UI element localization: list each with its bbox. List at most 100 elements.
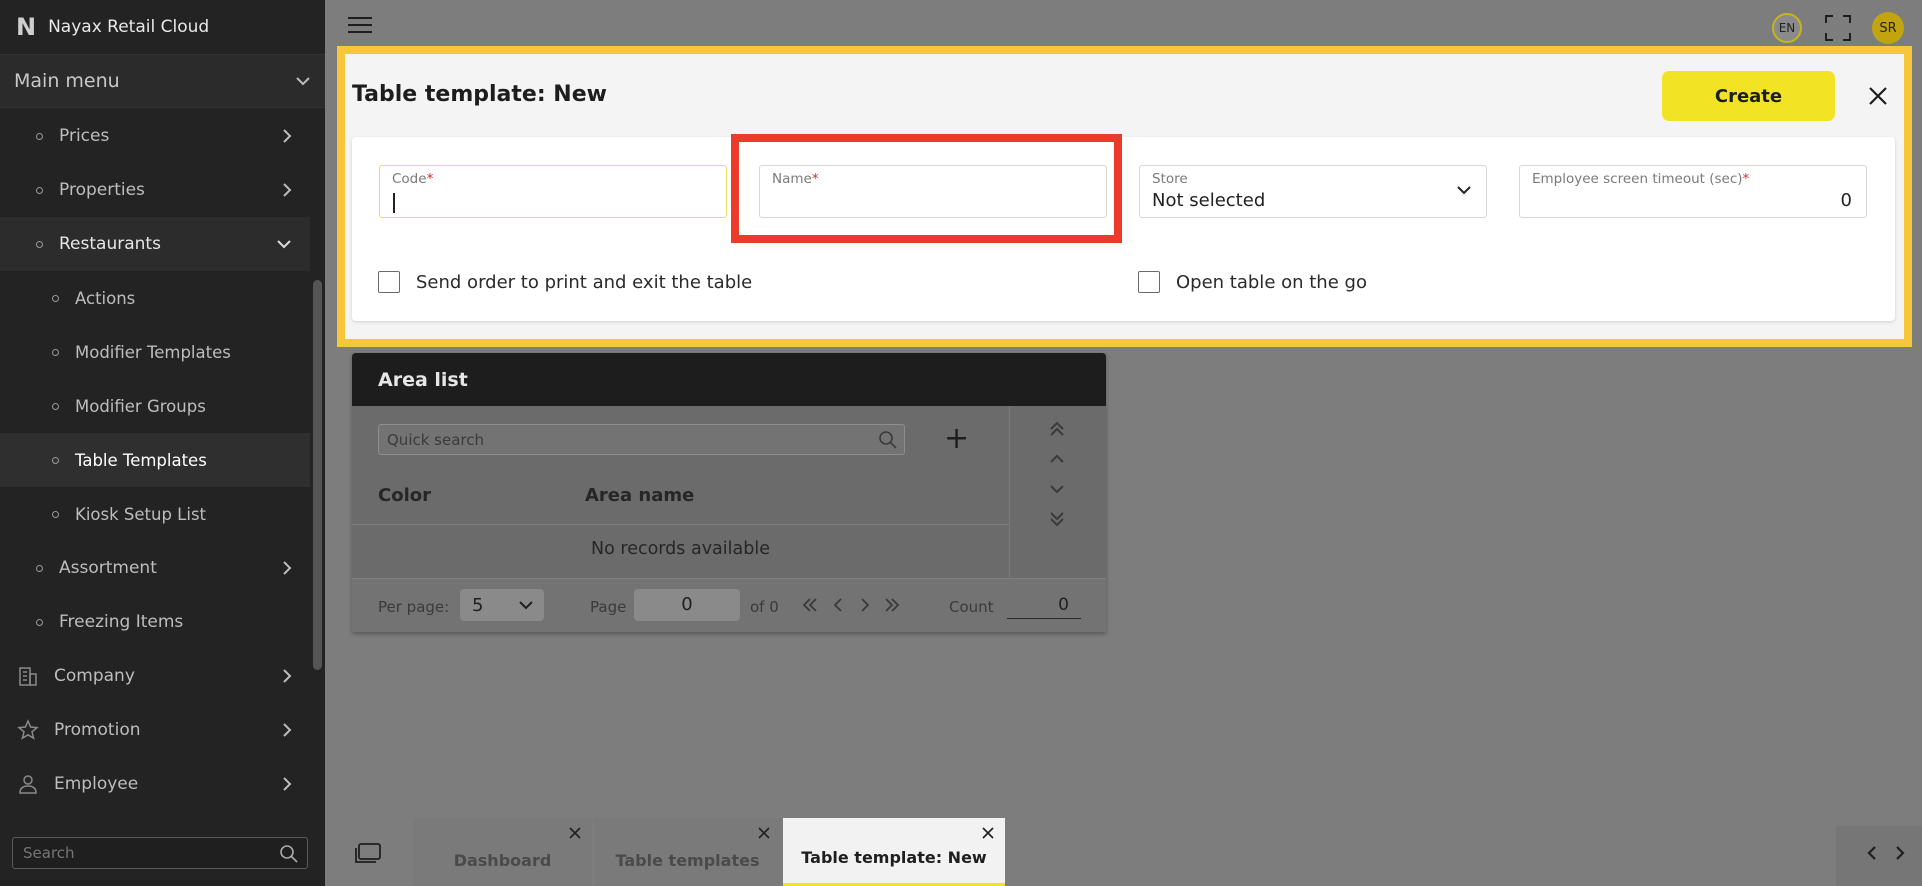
sidebar-scrollbar[interactable] — [313, 280, 322, 670]
sidebar-item-label: Actions — [75, 288, 136, 308]
fullscreen-icon[interactable] — [1824, 14, 1852, 42]
row-move-controls — [1009, 406, 1106, 578]
sidebar-item-label: Restaurants — [59, 234, 161, 254]
dialog-title: Table template: New — [352, 82, 607, 107]
column-header-area-name[interactable]: Area name — [585, 485, 694, 506]
bullet-icon — [52, 294, 59, 302]
chevron-down-icon — [277, 240, 291, 249]
last-page-icon[interactable] — [882, 595, 902, 615]
sidebar-item-prices[interactable]: Prices — [0, 109, 310, 163]
sidebar-item-employee[interactable]: Employee — [0, 757, 310, 811]
text-cursor — [393, 193, 395, 213]
sidebar-item-label: Freezing Items — [59, 612, 184, 632]
sidebar-item-promotion[interactable]: Promotion — [0, 703, 310, 757]
move-top-icon[interactable] — [1046, 418, 1068, 440]
timeout-value: 0 — [1840, 190, 1852, 211]
timeout-label: Employee screen timeout (sec)* — [1532, 171, 1750, 187]
add-area-button[interactable]: + — [944, 424, 969, 454]
sidebar-item-actions[interactable]: Actions — [0, 271, 310, 325]
chevron-right-icon — [283, 723, 292, 737]
create-button[interactable]: Create — [1662, 71, 1835, 121]
sidebar-item-modifier-groups[interactable]: Modifier Groups — [0, 379, 310, 433]
page-label: Page — [590, 598, 627, 616]
close-tab-icon[interactable] — [568, 826, 582, 840]
count-label: Count — [949, 598, 994, 616]
per-page-select[interactable]: 5 — [460, 589, 544, 621]
name-field-highlight — [731, 134, 1122, 243]
sidebar-menu: Prices Properties Restaurants Actions Mo… — [0, 109, 310, 811]
close-tab-icon[interactable] — [981, 826, 995, 840]
chevron-left-icon[interactable] — [1862, 843, 1882, 863]
chevron-right-icon[interactable] — [1890, 843, 1910, 863]
sidebar-item-label: Promotion — [54, 720, 141, 740]
search-icon[interactable] — [279, 844, 299, 864]
tab-label: Dashboard — [453, 851, 552, 870]
sidebar-item-modifier-templates[interactable]: Modifier Templates — [0, 325, 310, 379]
sidebar-item-company[interactable]: Company — [0, 649, 310, 703]
main-menu-toggle[interactable]: Main menu — [0, 54, 325, 108]
open-on-go-checkbox[interactable]: Open table on the go — [1138, 271, 1367, 293]
column-header-color[interactable]: Color — [378, 485, 431, 506]
empty-state: No records available — [591, 539, 770, 559]
chevron-down-icon — [1457, 186, 1471, 195]
sidebar-item-assortment[interactable]: Assortment — [0, 541, 310, 595]
bullet-icon — [52, 348, 59, 356]
search-icon[interactable] — [878, 430, 898, 450]
send-order-label: Send order to print and exit the table — [416, 271, 753, 293]
employee-timeout-field[interactable]: Employee screen timeout (sec)* 0 — [1519, 165, 1867, 218]
language-switch[interactable]: EN — [1772, 13, 1802, 43]
chevron-right-icon — [283, 183, 292, 197]
sidebar-item-label: Kiosk Setup List — [75, 504, 207, 524]
star-icon — [16, 718, 40, 742]
chevron-down-icon — [296, 77, 310, 86]
sidebar-item-label: Modifier Templates — [75, 342, 231, 362]
tab-table-templates[interactable]: Table templates — [594, 818, 781, 886]
quick-search-input[interactable] — [379, 425, 849, 455]
divider — [352, 524, 1009, 525]
sidebar-item-label: Employee — [54, 774, 139, 794]
per-page-label: Per page: — [378, 598, 450, 616]
page-of-label: of 0 — [750, 598, 779, 616]
move-down-icon[interactable] — [1046, 478, 1068, 500]
chevron-right-icon — [283, 561, 292, 575]
sidebar-item-label: Properties — [59, 180, 145, 200]
avatar[interactable]: SR — [1872, 12, 1904, 44]
hamburger-menu-icon[interactable] — [348, 17, 372, 37]
checkbox-box[interactable] — [1138, 271, 1160, 293]
bullet-icon — [36, 240, 43, 248]
count-value: 0 — [1007, 591, 1081, 619]
person-icon — [16, 772, 40, 796]
tab-dashboard[interactable]: Dashboard — [413, 818, 592, 886]
open-on-go-label: Open table on the go — [1176, 271, 1367, 293]
close-icon[interactable] — [1866, 84, 1890, 108]
sidebar-item-properties[interactable]: Properties — [0, 163, 310, 217]
sidebar-item-restaurants[interactable]: Restaurants — [0, 217, 310, 271]
chevron-down-icon — [519, 601, 533, 610]
move-up-icon[interactable] — [1046, 448, 1068, 470]
bullet-icon — [36, 186, 43, 194]
checkbox-box[interactable] — [378, 271, 400, 293]
chevron-right-icon — [283, 669, 292, 683]
sidebar-item-label: Modifier Groups — [75, 396, 206, 416]
store-value: Not selected — [1152, 190, 1266, 211]
code-field[interactable]: Code* — [379, 165, 727, 218]
tab-table-template-new[interactable]: Table template: New — [783, 818, 1005, 886]
send-order-checkbox[interactable]: Send order to print and exit the table — [378, 271, 752, 293]
next-page-icon[interactable] — [855, 595, 875, 615]
store-select[interactable]: Store Not selected — [1139, 165, 1487, 218]
brand[interactable]: N Nayax Retail Cloud — [0, 0, 325, 54]
sidebar-item-freezing-items[interactable]: Freezing Items — [0, 595, 310, 649]
page-input[interactable]: 0 — [634, 589, 740, 621]
first-page-icon[interactable] — [800, 595, 820, 615]
windows-icon[interactable] — [354, 842, 382, 864]
sidebar-item-table-templates[interactable]: Table Templates — [0, 433, 310, 487]
sidebar-search-input[interactable] — [23, 844, 273, 862]
chevron-right-icon — [283, 129, 292, 143]
nayax-logo: N — [16, 13, 36, 41]
sidebar-item-kiosk-setup-list[interactable]: Kiosk Setup List — [0, 487, 310, 541]
prev-page-icon[interactable] — [828, 595, 848, 615]
sidebar-item-label: Assortment — [59, 558, 157, 578]
chevron-right-icon — [283, 777, 292, 791]
close-tab-icon[interactable] — [757, 826, 771, 840]
move-bottom-icon[interactable] — [1046, 508, 1068, 530]
